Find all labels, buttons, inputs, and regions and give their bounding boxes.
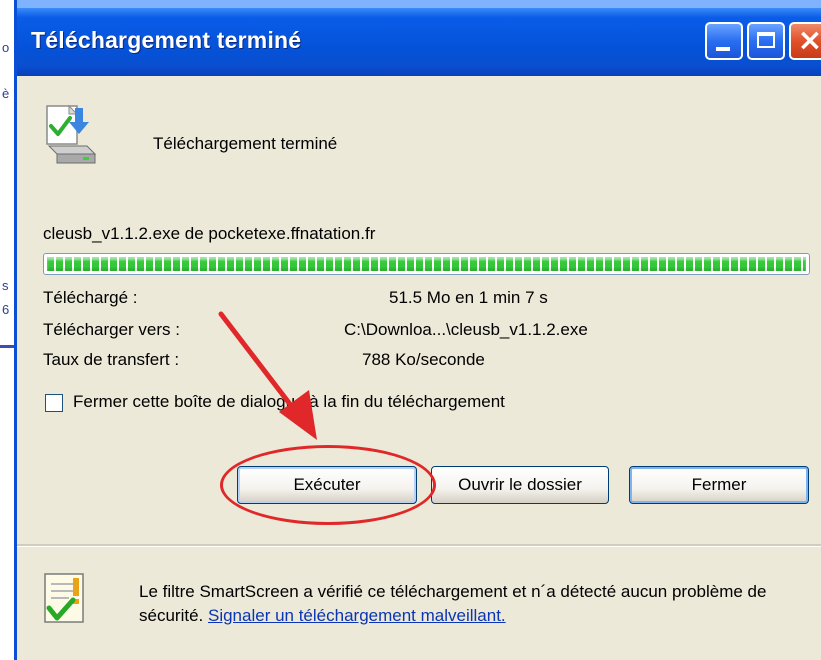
download-dialog: Téléchargement terminé × Téléchargement … bbox=[14, 0, 821, 660]
downloaded-label: Téléchargé : bbox=[43, 288, 138, 307]
footer-separator bbox=[17, 544, 821, 547]
annotation-arrow bbox=[218, 311, 317, 440]
download-to-label: Télécharger vers : bbox=[43, 320, 180, 339]
smartscreen-shield-icon bbox=[44, 573, 84, 623]
progress-fill bbox=[47, 257, 806, 271]
download-filename: cleusb_v1.1.2.exe de pocketexe.ffnatatio… bbox=[43, 224, 376, 243]
dialog-body: Téléchargement terminé cleusb_v1.1.2.exe… bbox=[17, 76, 821, 660]
open-folder-button[interactable]: Ouvrir le dossier bbox=[431, 466, 609, 504]
background-text-fragment: 6 bbox=[2, 302, 10, 317]
download-complete-icon bbox=[46, 104, 97, 164]
minimize-icon bbox=[716, 47, 730, 51]
transfer-rate-label: Taux de transfert : bbox=[43, 350, 180, 369]
report-malicious-link[interactable]: Signaler un téléchargement malveillant. bbox=[208, 606, 506, 625]
annotation-circle bbox=[220, 445, 436, 525]
smartscreen-message: Le filtre SmartScreen a vérifié ce téléc… bbox=[139, 580, 819, 628]
title-bar[interactable]: Téléchargement terminé × bbox=[17, 0, 821, 76]
maximize-icon bbox=[757, 32, 775, 48]
close-window-button[interactable]: × bbox=[789, 22, 821, 60]
background-text-fragment: o bbox=[2, 40, 10, 55]
download-progress-bar bbox=[43, 253, 810, 275]
header-title: Téléchargement terminé bbox=[153, 134, 338, 153]
background-text-fragment: è bbox=[2, 86, 10, 101]
downloaded-value: 51.5 Mo en 1 min 7 s bbox=[389, 288, 548, 307]
close-on-complete-checkbox[interactable] bbox=[45, 394, 63, 412]
minimize-button[interactable] bbox=[705, 22, 743, 60]
window-title: Téléchargement terminé bbox=[31, 27, 302, 53]
transfer-rate-value: 788 Ko/seconde bbox=[362, 350, 485, 369]
close-button[interactable]: Fermer bbox=[629, 466, 809, 504]
close-icon: × bbox=[797, 23, 821, 58]
background-text-fragment: s bbox=[2, 278, 9, 293]
maximize-button[interactable] bbox=[747, 22, 785, 60]
download-to-value: C:\Downloa...\cleusb_v1.1.2.exe bbox=[344, 320, 588, 339]
